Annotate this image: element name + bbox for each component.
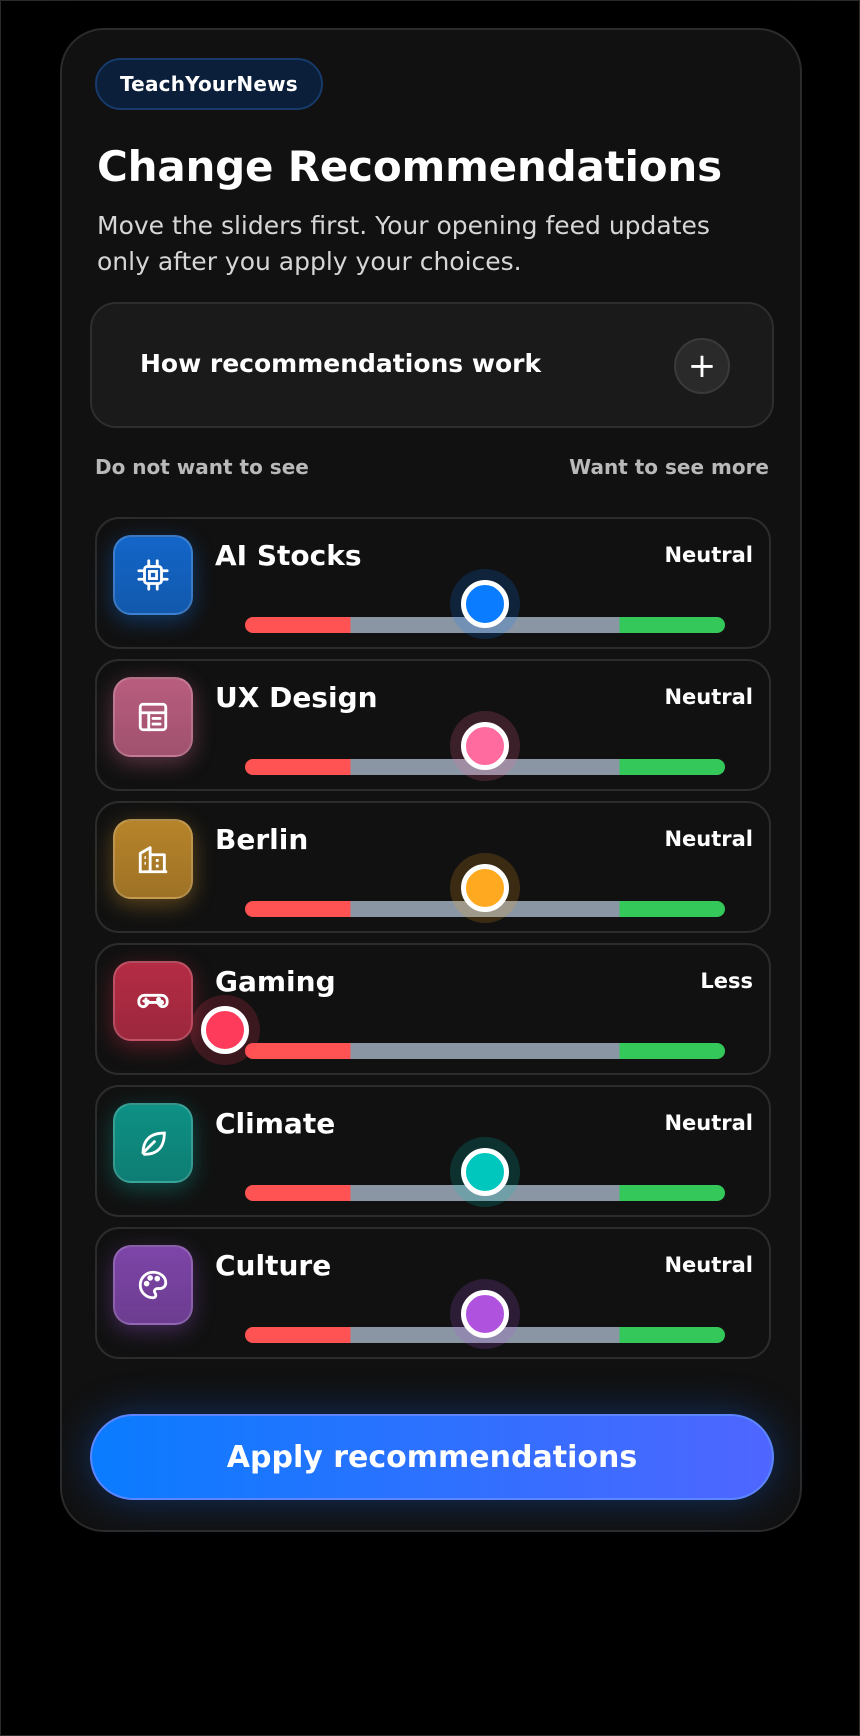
preference-slider-thumb[interactable] (461, 1290, 509, 1338)
topic-name: UX Design (215, 681, 378, 714)
how-recommendations-work-accordion[interactable]: How recommendations work + (90, 302, 774, 428)
topic-status: Neutral (664, 543, 753, 567)
layout-icon (113, 677, 193, 757)
apply-recommendations-button[interactable]: Apply recommendations (90, 1414, 774, 1500)
topic-list: AI Stocks Neutral UX Design Neutral Berlin Ne… (95, 517, 771, 1369)
topic-status: Neutral (664, 1253, 753, 1277)
topic-row-ux-design: UX Design Neutral (95, 659, 771, 791)
screen-frame: TeachYourNews Change Recommendations Mov… (0, 0, 860, 1736)
gamepad-icon (113, 961, 193, 1041)
topic-name: AI Stocks (215, 539, 362, 572)
leaf-icon (113, 1103, 193, 1183)
plus-icon[interactable]: + (674, 338, 730, 394)
brand-badge: TeachYourNews (95, 58, 323, 110)
topic-status: Neutral (664, 827, 753, 851)
topic-name: Gaming (215, 965, 336, 998)
accordion-label: How recommendations work (140, 349, 542, 378)
page-title: Change Recommendations (97, 142, 722, 191)
topic-row-climate: Climate Neutral (95, 1085, 771, 1217)
palette-icon (113, 1245, 193, 1325)
preference-slider-thumb[interactable] (201, 1006, 249, 1054)
scale-label-more: Want to see more (569, 455, 769, 479)
topic-name: Berlin (215, 823, 309, 856)
preference-slider-thumb[interactable] (461, 722, 509, 770)
preference-slider-track[interactable] (245, 1043, 725, 1059)
topic-row-ai-stocks: AI Stocks Neutral (95, 517, 771, 649)
page-subtitle: Move the sliders first. Your opening fee… (97, 211, 710, 276)
building-icon (113, 819, 193, 899)
cpu-icon (113, 535, 193, 615)
topic-row-berlin: Berlin Neutral (95, 801, 771, 933)
recommendations-panel: TeachYourNews Change Recommendations Mov… (60, 28, 802, 1532)
preference-slider-thumb[interactable] (461, 580, 509, 628)
topic-name: Climate (215, 1107, 336, 1140)
preference-slider-thumb[interactable] (461, 864, 509, 912)
topic-name: Culture (215, 1249, 332, 1282)
preference-slider-thumb[interactable] (461, 1148, 509, 1196)
topic-status: Less (700, 969, 753, 993)
topic-status: Neutral (664, 685, 753, 709)
topic-status: Neutral (664, 1111, 753, 1135)
topic-row-gaming: Gaming Less (95, 943, 771, 1075)
topic-row-culture: Culture Neutral (95, 1227, 771, 1359)
scale-label-less: Do not want to see (95, 455, 309, 479)
